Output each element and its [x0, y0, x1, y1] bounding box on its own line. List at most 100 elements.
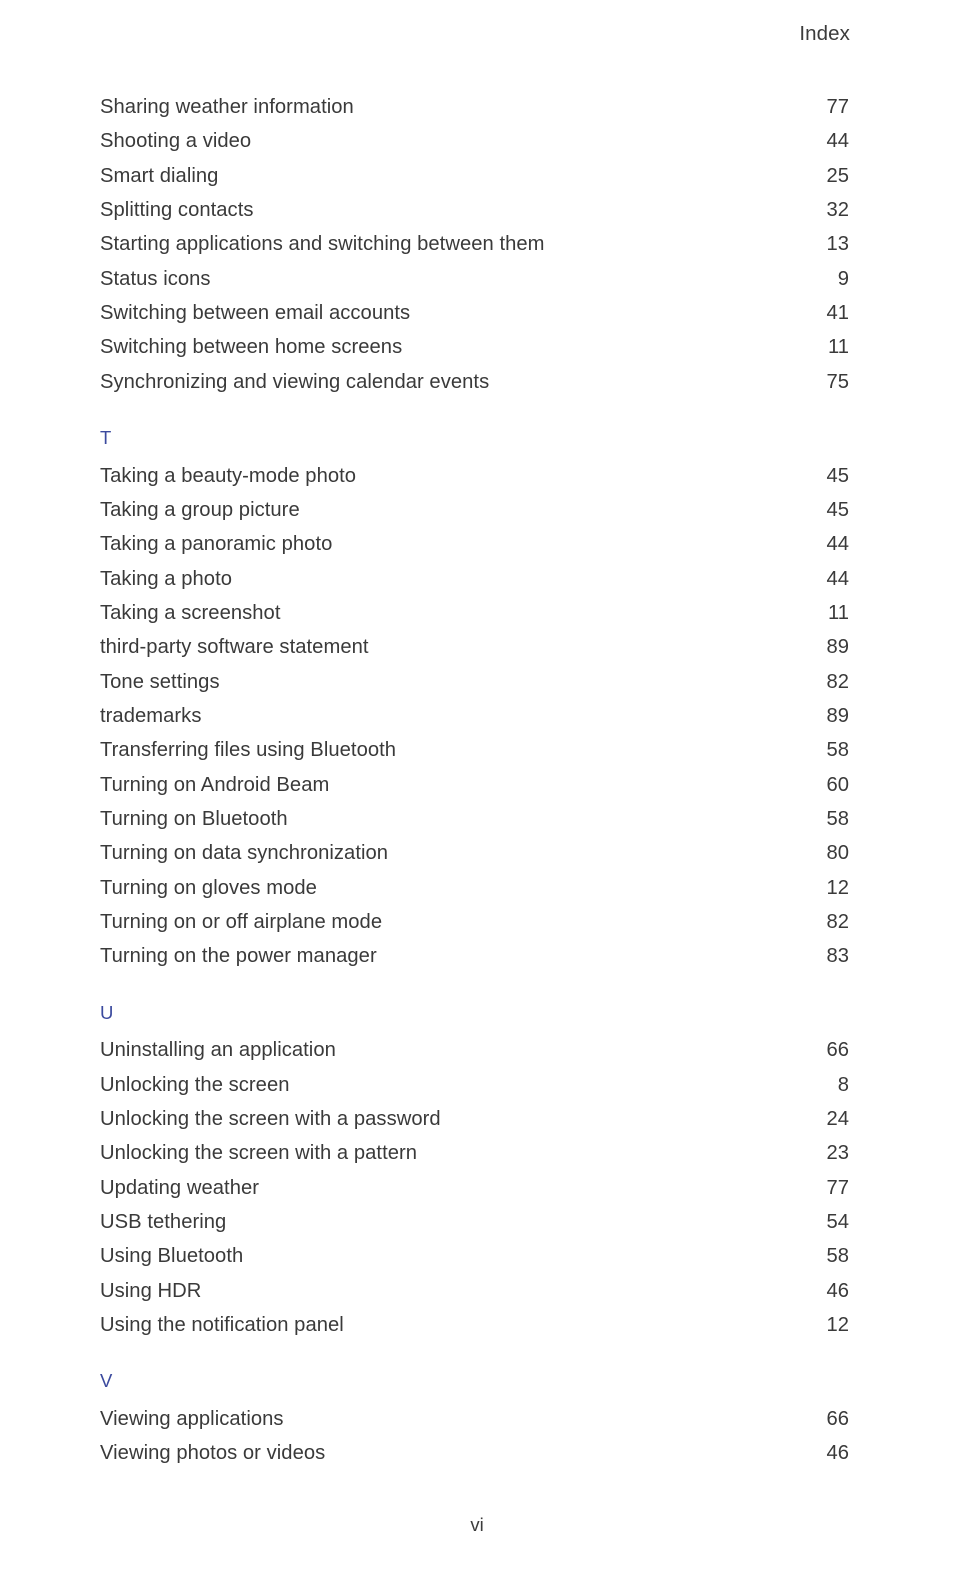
index-entry[interactable]: Switching between email accounts 41 — [100, 296, 849, 330]
index-entry[interactable]: Updating weather 77 — [100, 1171, 849, 1205]
index-section-letter: U — [100, 1001, 114, 1023]
index-entry-page-number: 82 — [826, 670, 849, 693]
index-entry-page-number: 60 — [826, 773, 849, 796]
index-entry-page-number: 11 — [827, 601, 849, 624]
index-entry-page-number: 32 — [826, 199, 849, 222]
index-entry-title: Taking a photo — [100, 567, 233, 590]
index-entry[interactable]: Taking a beauty-mode photo 45 — [100, 459, 849, 493]
index-entry[interactable]: USB tethering 54 — [100, 1205, 849, 1239]
index-entry-page-number: 66 — [826, 1407, 849, 1430]
index-entry[interactable]: Taking a group picture 45 — [100, 493, 849, 527]
index-entry-title: Sharing weather information — [100, 96, 354, 118]
index-entry[interactable]: Smart dialing 25 — [100, 159, 849, 193]
index-entry-title: Tone settings — [100, 670, 220, 693]
index-section-entries: Uninstalling an application 66 Unlocking t… — [100, 1033, 849, 1342]
index-entry-title: Turning on or off airplane mode — [100, 911, 383, 934]
page-number-folio: vi — [470, 1514, 484, 1535]
index-entry[interactable]: trademarks 89 — [100, 699, 849, 733]
index-section-entries: Viewing applications 66 Viewing photos or … — [100, 1402, 849, 1471]
index-entry[interactable]: Tone settings 82 — [100, 665, 849, 699]
index-entry[interactable]: Status icons 9 — [100, 262, 849, 296]
index-entry[interactable]: Splitting contacts 32 — [100, 193, 849, 227]
index-entry-title: Updating weather — [100, 1176, 260, 1199]
index-entry[interactable]: Unlocking the screen with a password 24 — [100, 1102, 849, 1136]
index-entry-page-number: 80 — [826, 842, 849, 865]
index-entry-title: Switching between home screens — [100, 336, 403, 359]
index-entry-list: Sharing weather information 77 Shooting a … — [100, 90, 849, 1471]
index-entry[interactable]: Switching between home screens 11 — [100, 330, 849, 364]
index-entry-title: Smart dialing — [100, 164, 219, 187]
index-entry-title: Turning on data synchronization — [100, 842, 389, 865]
index-entry-title: USB tethering — [100, 1210, 227, 1233]
index-entry[interactable]: Turning on the power manager 83 — [100, 939, 849, 973]
index-entry-title: Using the notification panel — [100, 1314, 344, 1336]
index-entry-title: Taking a group picture — [100, 498, 300, 521]
index-section: V Viewing applications 66 Viewing photos or… — [100, 1372, 849, 1470]
index-entry-page-number: 89 — [826, 636, 849, 659]
index-entry[interactable]: Taking a screenshot 11 — [100, 596, 849, 630]
index-entry-title: Turning on Bluetooth — [100, 808, 288, 831]
index-entry-title: Taking a panoramic photo — [100, 533, 333, 556]
index-entry-title: Synchronizing and viewing calendar event… — [100, 370, 490, 393]
index-entry-page-number: 75 — [826, 370, 849, 393]
index-entry-page-number: 12 — [826, 876, 849, 899]
index-entry[interactable]: Turning on gloves mode 12 — [100, 871, 849, 905]
index-entry-page-number: 58 — [826, 739, 849, 762]
index-entry[interactable]: Uninstalling an application 66 — [100, 1033, 849, 1067]
index-entry[interactable]: Turning on or off airplane mode 82 — [100, 905, 849, 939]
index-entry-title: Switching between email accounts — [100, 302, 411, 325]
index-entry[interactable]: Turning on Bluetooth 58 — [100, 802, 849, 836]
index-entry-page-number: 58 — [826, 1245, 849, 1268]
index-entry-page-number: 45 — [826, 498, 849, 521]
index-entry[interactable]: Viewing applications 66 — [100, 1402, 849, 1436]
index-entry[interactable]: Viewing photos or videos 46 — [100, 1436, 849, 1470]
index-entry-title: Using Bluetooth — [100, 1245, 244, 1268]
index-section: Sharing weather information 77 Shooting a … — [100, 90, 849, 399]
index-entry[interactable]: Using Bluetooth 58 — [100, 1239, 849, 1273]
index-entry-page-number: 46 — [826, 1279, 849, 1302]
index-section-letter: V — [100, 1370, 113, 1392]
index-section: T Taking a beauty-mode photo 45 Taking a gr… — [100, 429, 849, 974]
index-entry-page-number: 82 — [826, 911, 849, 934]
index-entry-page-number: 44 — [826, 130, 849, 153]
index-entry-page-number: 13 — [826, 233, 849, 256]
index-entry-title: Transferring files using Bluetooth — [100, 739, 397, 762]
index-entry-title: third-party software statement — [100, 636, 369, 659]
index-entry-page-number: 41 — [826, 302, 849, 325]
index-entry[interactable]: Synchronizing and viewing calendar event… — [100, 365, 849, 399]
index-entry[interactable]: Unlocking the screen 8 — [100, 1068, 849, 1102]
index-entry[interactable]: Unlocking the screen with a pattern 23 — [100, 1136, 849, 1170]
index-entry-page-number: 9 — [837, 267, 849, 290]
index-entry-title: Splitting contacts — [100, 199, 254, 222]
index-entry-title: Viewing applications — [100, 1407, 284, 1430]
index-entry[interactable]: Starting applications and switching betw… — [100, 227, 849, 261]
index-entry-title: Starting applications and switching betw… — [100, 233, 545, 256]
index-entry-title: Taking a screenshot — [100, 601, 281, 624]
index-entry[interactable]: Turning on Android Beam 60 — [100, 768, 849, 802]
index-section-entries: Taking a beauty-mode photo 45 Taking a gro… — [100, 459, 849, 974]
index-entry-page-number: 44 — [826, 533, 849, 556]
index-section-entries: Sharing weather information 77 Shooting a … — [100, 90, 849, 399]
index-entry-page-number: 89 — [826, 705, 849, 727]
index-entry[interactable]: Using the notification panel 12 — [100, 1308, 849, 1342]
index-entry[interactable]: Using HDR 46 — [100, 1274, 849, 1308]
index-section-letter: T — [100, 427, 112, 449]
index-entry[interactable]: Taking a photo 44 — [100, 562, 849, 596]
index-entry-page-number: 8 — [837, 1073, 849, 1096]
index-entry-title: Uninstalling an application — [100, 1039, 336, 1062]
index-entry-title: Unlocking the screen — [100, 1073, 290, 1096]
index-entry-page-number: 77 — [826, 96, 849, 118]
index-entry[interactable]: Taking a panoramic photo 44 — [100, 527, 849, 561]
index-entry-page-number: 58 — [826, 808, 849, 831]
index-entry-title: Using HDR — [100, 1279, 202, 1302]
index-entry[interactable]: third-party software statement 89 — [100, 630, 849, 664]
index-entry[interactable]: Turning on data synchronization 80 — [100, 836, 849, 870]
index-entry[interactable]: Transferring files using Bluetooth 58 — [100, 733, 849, 767]
index-entry-page-number: 77 — [826, 1176, 849, 1199]
index-entry-title: Turning on gloves mode — [100, 876, 317, 899]
index-entry-page-number: 25 — [826, 164, 849, 187]
index-page: Index Sharing weather information 77 Shoot… — [0, 0, 954, 1577]
index-entry[interactable]: Shooting a video 44 — [100, 124, 849, 158]
index-entry[interactable]: Sharing weather information 77 — [100, 90, 849, 124]
index-entry-page-number: 24 — [826, 1107, 849, 1130]
